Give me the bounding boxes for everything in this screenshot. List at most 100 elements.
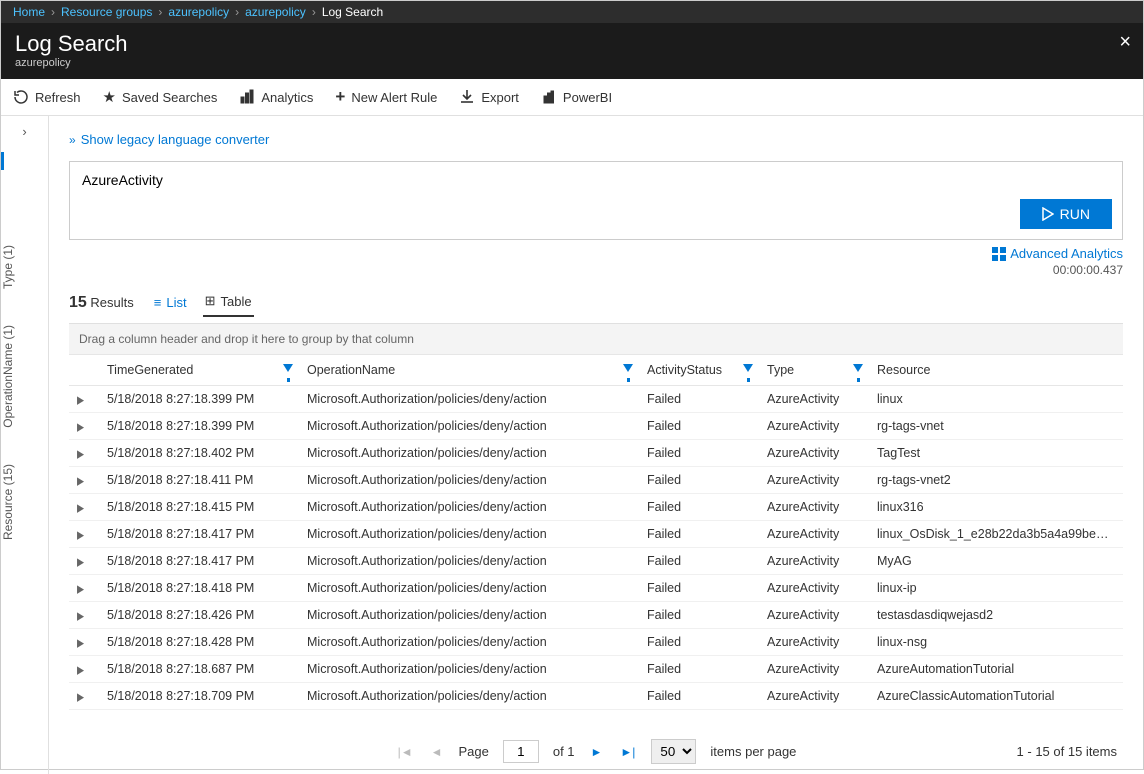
table-row[interactable]: ▶5/18/2018 8:27:18.687 PMMicrosoft.Autho…	[69, 656, 1123, 683]
expand-row-icon[interactable]: ▶	[77, 529, 84, 542]
table-row[interactable]: ▶5/18/2018 8:27:18.399 PMMicrosoft.Autho…	[69, 386, 1123, 413]
cell-time: 5/18/2018 8:27:18.399 PM	[99, 413, 299, 440]
view-list-button[interactable]: ≡ List	[152, 289, 189, 317]
col-timegenerated[interactable]: TimeGenerated	[99, 355, 299, 386]
rail-tab-operationname[interactable]: OperationName (1)	[1, 307, 15, 446]
filter-icon[interactable]	[743, 363, 753, 375]
table-row[interactable]: ▶5/18/2018 8:27:18.709 PMMicrosoft.Autho…	[69, 683, 1123, 710]
expand-row-icon[interactable]: ▶	[77, 475, 84, 488]
rail-tab-type[interactable]: Type (1)	[1, 227, 15, 307]
table-row[interactable]: ▶5/18/2018 8:27:18.415 PMMicrosoft.Autho…	[69, 494, 1123, 521]
expand-row-icon[interactable]: ▶	[77, 556, 84, 569]
expand-row-icon[interactable]: ▶	[77, 637, 84, 650]
pager-next-button[interactable]: ►	[589, 745, 605, 759]
cell-op: Microsoft.Authorization/policies/deny/ac…	[299, 494, 639, 521]
pager-page-input[interactable]	[503, 740, 539, 763]
powerbi-button[interactable]: PowerBI	[541, 89, 612, 105]
expand-row-icon[interactable]: ▶	[77, 421, 84, 434]
view-table-button[interactable]: ⊞ Table	[203, 289, 254, 317]
pager-range: 1 - 15 of 15 items	[1017, 744, 1117, 759]
filter-icon[interactable]	[853, 363, 863, 375]
breadcrumb: Home› Resource groups› azurepolicy› azur…	[1, 1, 1143, 23]
cell-op: Microsoft.Authorization/policies/deny/ac…	[299, 656, 639, 683]
advanced-analytics-link[interactable]: Advanced Analytics	[992, 246, 1123, 261]
cell-resource: linux-nsg	[869, 629, 1123, 656]
results-bar: 15 Results ≡ List ⊞ Table	[69, 283, 1123, 324]
group-by-hint[interactable]: Drag a column header and drop it here to…	[69, 324, 1123, 355]
col-type[interactable]: Type	[759, 355, 869, 386]
expand-row-icon[interactable]: ▶	[77, 583, 84, 596]
cell-resource: linux316	[869, 494, 1123, 521]
pager-size-select[interactable]: 50	[651, 739, 696, 764]
table-row[interactable]: ▶5/18/2018 8:27:18.402 PMMicrosoft.Autho…	[69, 440, 1123, 467]
expand-row-icon[interactable]: ▶	[77, 394, 84, 407]
query-editor: AzureActivity RUN	[69, 161, 1123, 240]
download-icon	[459, 89, 475, 105]
chevrons-down-icon: »	[69, 133, 73, 147]
table-row[interactable]: ▶5/18/2018 8:27:18.426 PMMicrosoft.Autho…	[69, 602, 1123, 629]
col-resource[interactable]: Resource	[869, 355, 1123, 386]
pager-first-button[interactable]: |◄	[396, 745, 415, 759]
cell-time: 5/18/2018 8:27:18.399 PM	[99, 386, 299, 413]
expand-row-icon[interactable]: ▶	[77, 691, 84, 704]
powerbi-label: PowerBI	[563, 90, 612, 105]
breadcrumb-link[interactable]: azurepolicy	[245, 5, 306, 19]
cell-type: AzureActivity	[759, 440, 869, 467]
cell-time: 5/18/2018 8:27:18.418 PM	[99, 575, 299, 602]
close-icon[interactable]: ×	[1119, 31, 1131, 54]
run-button[interactable]: RUN	[1020, 199, 1112, 229]
cell-op: Microsoft.Authorization/policies/deny/ac…	[299, 575, 639, 602]
cell-op: Microsoft.Authorization/policies/deny/ac…	[299, 629, 639, 656]
query-input[interactable]: AzureActivity	[82, 172, 1110, 228]
col-operationname[interactable]: OperationName	[299, 355, 639, 386]
analytics-button[interactable]: Analytics	[239, 89, 313, 105]
cell-type: AzureActivity	[759, 575, 869, 602]
expand-row-icon[interactable]: ▶	[77, 502, 84, 515]
list-icon: ≡	[154, 295, 162, 310]
cell-time: 5/18/2018 8:27:18.411 PM	[99, 467, 299, 494]
cell-op: Microsoft.Authorization/policies/deny/ac…	[299, 440, 639, 467]
breadcrumb-link[interactable]: Resource groups	[61, 5, 152, 19]
table-row[interactable]: ▶5/18/2018 8:27:18.417 PMMicrosoft.Autho…	[69, 521, 1123, 548]
cell-time: 5/18/2018 8:27:18.417 PM	[99, 521, 299, 548]
col-activitystatus[interactable]: ActivityStatus	[639, 355, 759, 386]
pager-prev-button[interactable]: ◄	[429, 745, 445, 759]
results-table: TimeGenerated OperationName ActivityStat…	[69, 355, 1123, 710]
expand-row-icon[interactable]: ▶	[77, 448, 84, 461]
expand-row-icon[interactable]: ▶	[77, 664, 84, 677]
analytics-label: Analytics	[261, 90, 313, 105]
page-subtitle: azurepolicy	[15, 57, 1129, 69]
table-row[interactable]: ▶ 5/18/2018 8:27:18.418 PMMicrosoft.Autho…	[69, 575, 1123, 602]
breadcrumb-link[interactable]: Home	[13, 5, 45, 19]
pager-page-label: Page	[458, 744, 488, 759]
pager: |◄ ◄ Page of 1 ► ►| 50 items per page 1 …	[69, 729, 1123, 768]
cell-resource: testasdasdiqwejasd2	[869, 602, 1123, 629]
cell-op: Microsoft.Authorization/policies/deny/ac…	[299, 548, 639, 575]
refresh-button[interactable]: Refresh	[13, 89, 81, 105]
cell-type: AzureActivity	[759, 494, 869, 521]
table-row[interactable]: ▶5/18/2018 8:27:18.417 PMMicrosoft.Autho…	[69, 548, 1123, 575]
cell-status: Failed	[639, 521, 759, 548]
cell-time: 5/18/2018 8:27:18.428 PM	[99, 629, 299, 656]
filter-icon[interactable]	[623, 363, 633, 375]
new-alert-rule-button[interactable]: + New Alert Rule	[335, 87, 437, 107]
saved-searches-button[interactable]: ★ Saved Searches	[103, 88, 218, 106]
table-row[interactable]: ▶ 5/18/2018 8:27:18.428 PMMicrosoft.Autho…	[69, 629, 1123, 656]
cell-status: Failed	[639, 494, 759, 521]
breadcrumb-link[interactable]: azurepolicy	[168, 5, 229, 19]
rail-tab-resource[interactable]: Resource (15)	[1, 446, 15, 558]
saved-label: Saved Searches	[122, 90, 217, 105]
table-row[interactable]: ▶5/18/2018 8:27:18.399 PMMicrosoft.Autho…	[69, 413, 1123, 440]
export-button[interactable]: Export	[459, 89, 519, 105]
facet-rail: › Type (1) OperationName (1) Resource (1…	[1, 116, 49, 774]
expand-rail-button[interactable]: ›	[1, 116, 48, 147]
grid-icon	[992, 247, 1006, 261]
cell-status: Failed	[639, 440, 759, 467]
pager-last-button[interactable]: ►|	[618, 745, 637, 759]
cell-status: Failed	[639, 602, 759, 629]
legacy-converter-link[interactable]: » Show legacy language converter	[69, 126, 1123, 161]
expand-row-icon[interactable]: ▶	[77, 610, 84, 623]
page-title: Log Search	[15, 31, 1129, 57]
filter-icon[interactable]	[283, 363, 293, 375]
table-row[interactable]: ▶5/18/2018 8:27:18.411 PMMicrosoft.Autho…	[69, 467, 1123, 494]
